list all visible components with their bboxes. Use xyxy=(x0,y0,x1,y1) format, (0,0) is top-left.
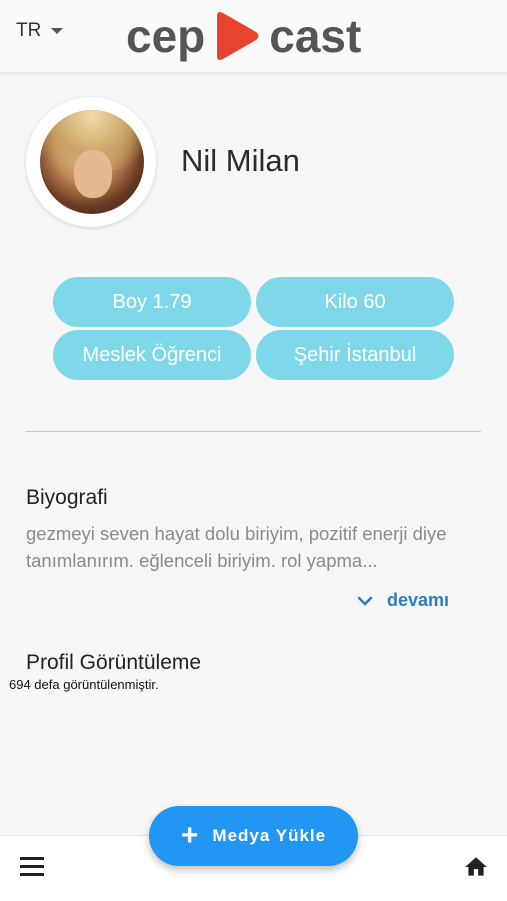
profile-photo xyxy=(40,110,144,214)
divider xyxy=(26,431,481,432)
caret-down-icon xyxy=(51,28,64,34)
chip-city[interactable]: Şehir İstanbul xyxy=(256,330,454,380)
logo-text-left: cep xyxy=(126,10,206,62)
chip-occupation[interactable]: Meslek Öğrenci xyxy=(53,330,251,380)
avatar[interactable] xyxy=(26,97,156,227)
read-more-label: devamı xyxy=(387,590,450,610)
home-icon[interactable] xyxy=(463,854,489,880)
top-app-bar: TR cep cast xyxy=(0,0,507,73)
language-label: TR xyxy=(16,20,42,41)
language-selector[interactable]: TR xyxy=(16,20,64,42)
profile-views-title: Profil Görüntüleme xyxy=(26,651,202,674)
chevron-down-icon xyxy=(357,596,373,606)
profile-views-count: 694 defa görüntülenmiştir. xyxy=(9,677,159,692)
chip-height[interactable]: Boy 1.79 xyxy=(53,277,251,327)
upload-media-button[interactable]: + Medya Yükle xyxy=(149,806,358,866)
logo-text-right: cast xyxy=(269,10,362,62)
play-icon xyxy=(211,10,261,62)
menu-icon[interactable] xyxy=(20,857,44,877)
chip-weight[interactable]: Kilo 60 xyxy=(256,277,454,327)
profile-name: Nil Milan xyxy=(181,143,300,178)
biography-title: Biyografi xyxy=(26,486,108,509)
upload-media-label: Medya Yükle xyxy=(212,826,327,845)
biography-text: gezmeyi seven hayat dolu biriyim, poziti… xyxy=(26,523,447,571)
read-more-button[interactable]: devamı xyxy=(357,590,449,611)
app-logo: cep cast xyxy=(126,8,361,64)
plus-icon: + xyxy=(180,819,199,852)
